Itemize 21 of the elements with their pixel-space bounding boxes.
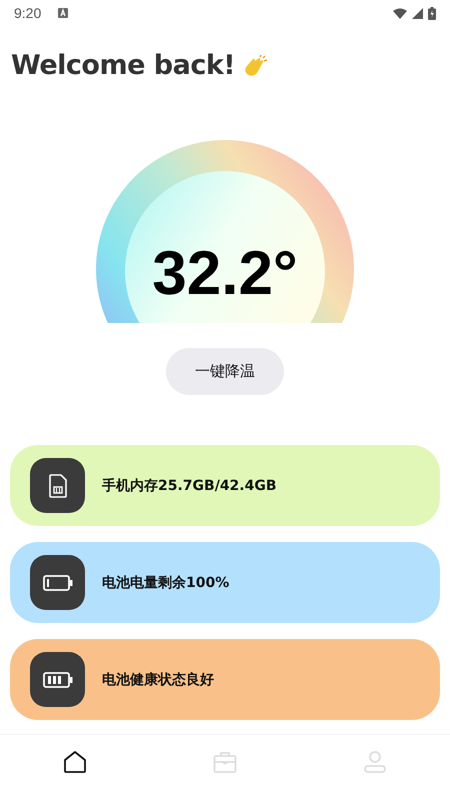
cool-down-button[interactable]: 一键降温 [166,348,284,395]
info-card[interactable]: 电池电量剩余100% [10,542,440,623]
sd-card-icon [30,458,85,513]
battery-icon [30,555,85,610]
temperature-reading: 32.2° [151,239,299,309]
card-label: 电池健康状态良好 [102,670,214,688]
info-card[interactable]: 电池健康状态良好 [10,639,440,720]
status-time: 9:20 [14,5,42,21]
wifi-icon [393,8,407,18]
welcome-title: Welcome back! [11,50,236,81]
battery-icon [428,6,436,20]
card-label: 电池电量剩余100% [102,574,230,592]
clapping-hands-icon [243,54,268,76]
signal-icon [412,8,423,18]
home-icon[interactable] [63,750,87,774]
briefcase-icon[interactable] [213,750,237,774]
battery-icon [30,652,85,707]
person-icon[interactable] [363,750,387,774]
notification-icon [58,8,68,18]
info-card[interactable]: 手机内存25.7GB/42.4GB [10,445,440,526]
card-label: 手机内存25.7GB/42.4GB [102,476,277,494]
